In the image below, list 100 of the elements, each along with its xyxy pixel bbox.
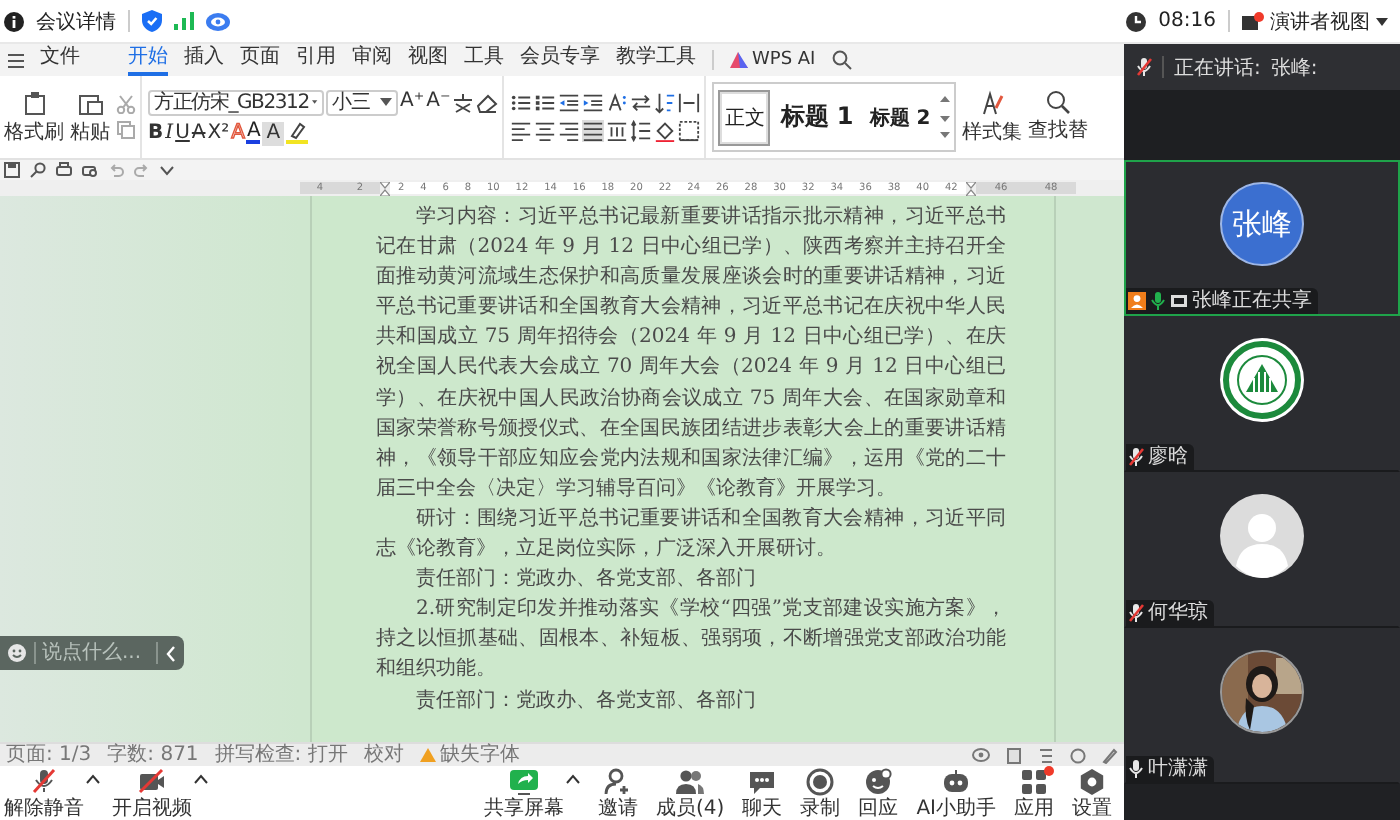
align-left-icon [510, 120, 533, 142]
style-set-button[interactable]: 样式集 [962, 76, 1023, 158]
ribbon-tab[interactable]: 教学工具 [616, 45, 696, 75]
participant-tile[interactable]: 叶潇潇 [1124, 628, 1400, 784]
paragraph-button[interactable] [678, 92, 701, 114]
eraser-icon[interactable] [476, 91, 499, 113]
caret-icon[interactable] [1376, 17, 1388, 25]
paragraph-button[interactable] [606, 120, 629, 142]
line-spacing-icon [630, 120, 653, 142]
style-option[interactable]: 标题 2 [863, 89, 937, 145]
ribbon-tab[interactable]: 视图 [408, 45, 448, 75]
toolbar-button[interactable]: 共享屏幕 [484, 767, 565, 819]
text-format-button[interactable]: A [262, 121, 285, 145]
toolbar-button[interactable]: 成员(4) [656, 767, 725, 819]
text-format-button[interactable]: U [175, 121, 190, 145]
file-menu[interactable]: 文件 [40, 45, 80, 75]
save-icon[interactable] [4, 162, 20, 178]
search-icon[interactable] [831, 50, 852, 70]
status-text[interactable]: 缺失字体 [439, 744, 520, 766]
ribbon-tab[interactable]: 审阅 [352, 45, 392, 75]
paragraph: 责任部门：党政办、各党支部、各部门 [414, 687, 758, 715]
pen-icon[interactable] [1102, 747, 1118, 763]
paragraph-button[interactable] [510, 120, 533, 142]
pinyin-guide-icon[interactable] [452, 91, 475, 113]
person-add-icon [604, 767, 633, 795]
ribbon-tab[interactable]: 引用 [296, 45, 336, 75]
text-format-button[interactable]: A [191, 121, 206, 145]
shield-icon[interactable] [142, 10, 162, 32]
toolbar-button[interactable]: 回应 [858, 767, 899, 819]
paragraph-button[interactable] [510, 92, 533, 114]
paste-button[interactable]: 粘贴 [70, 89, 110, 145]
format-painter-button[interactable]: 格式刷 [4, 89, 64, 145]
paragraph-button[interactable] [534, 120, 557, 142]
print-icon[interactable] [56, 162, 72, 178]
toolbar-button[interactable]: 设置 [1072, 767, 1112, 819]
ribbon-tab[interactable]: 插入 [184, 45, 224, 75]
web-view-icon[interactable] [1070, 747, 1086, 763]
signal-icon[interactable] [174, 12, 194, 30]
highlighter-icon[interactable] [286, 122, 309, 144]
paragraph-button[interactable] [678, 120, 701, 142]
find-replace-button[interactable]: 查找替 [1028, 76, 1089, 158]
paragraph-button[interactable] [606, 92, 629, 114]
chat-input-field[interactable]: 说点什么... [0, 636, 184, 670]
participant-tile[interactable]: 张峰 张峰正在共享 [1124, 160, 1400, 316]
outline-view-icon[interactable] [1038, 747, 1054, 763]
print-preview-icon[interactable] [82, 162, 98, 178]
paragraph-button[interactable] [558, 92, 581, 114]
paragraph-button[interactable] [654, 120, 677, 142]
presenter-view-button[interactable]: 演讲者视图 [1242, 7, 1388, 35]
status-text[interactable]: 拼写检查: 打开 [214, 744, 348, 766]
ribbon-tab[interactable]: 工具 [464, 45, 504, 75]
style-option[interactable]: 正文 [718, 89, 771, 145]
paragraph-button[interactable] [558, 120, 581, 142]
toolbar-button[interactable]: 开启视频 [112, 767, 192, 819]
participant-name: 张峰正在共享 [1192, 290, 1312, 312]
warning-icon [419, 748, 436, 762]
paragraph-button[interactable] [582, 92, 605, 114]
paragraph-button[interactable] [534, 92, 557, 114]
caret-icon[interactable] [380, 98, 392, 106]
meeting-title[interactable]: 会议详情 [36, 7, 116, 35]
speaker-name: 张峰: [1270, 55, 1318, 81]
paint-bucket-icon [654, 120, 677, 142]
justify-button[interactable] [582, 120, 605, 142]
toolbar-button[interactable]: 解除静音 [4, 767, 84, 819]
chevron-down-icon[interactable] [160, 165, 174, 175]
toolbar-button[interactable]: 聊天 [742, 767, 783, 819]
paragraph-button[interactable] [630, 92, 653, 114]
toolbar-button[interactable]: 录制 [800, 767, 841, 819]
paragraph: 学习内容：习近平总书记最新重要讲话指示批示精神，习近平总书记在甘肃（2024 年 9 月 12 日中心组已学）、陕西考察并主持召开全面推动黄河流域生态保护和高质量发展座谈会时的重要讲话精神，习近平总书记重要讲话和全国教育大会精神，习近平总书记在庆祝中华人民共和国成立 75 周年招待会（2024 年 9 月 12 日中心组已学）、在庆祝全国人民代表大会成立 70 周年大会（2024 年 9 月 12 日中心组已学）、在庆祝中国人民政治协商会议成立 75 周年大会、在国家勋章和国家荣誉称号颁授仪式、在全国民族团结进步表彰大会上的重要讲话精神，《领导干部应知应会党内法规和国家法律汇编》，运用《党的二十届三中全会〈决定〉学习辅导百问》《论教育》开展学习。 [376, 203, 1006, 504]
scroll-arrows-icon[interactable] [940, 93, 951, 141]
paragraph-button[interactable] [630, 120, 653, 142]
font-size-button[interactable]: A⁻ [426, 90, 451, 114]
emoji-icon[interactable] [8, 644, 26, 662]
participant-tile[interactable]: 廖晗 [1124, 316, 1400, 472]
font-size-dropdown[interactable]: 小三 [326, 89, 398, 115]
bulleted-list-icon [510, 92, 533, 114]
text-format-button[interactable]: B [148, 121, 164, 145]
wps-ai-button[interactable]: WPS AI [730, 50, 816, 70]
text-format-button[interactable]: X² [207, 121, 230, 145]
page-view-icon[interactable] [1006, 747, 1022, 763]
toolbar-button[interactable]: 应用 [1014, 767, 1054, 819]
eye-icon[interactable] [972, 748, 990, 762]
ribbon-tab[interactable]: 页面 [240, 45, 280, 75]
ribbon-tab[interactable]: 会员专享 [520, 45, 600, 75]
font-dropdown[interactable]: 方正仿宋_GB2312 [148, 89, 324, 115]
toolbar-button[interactable]: AI小助手 [916, 767, 996, 819]
participant-tile[interactable]: 何华琼 [1124, 472, 1400, 628]
chevron-up-icon[interactable] [86, 773, 100, 783]
collapse-icon[interactable] [166, 645, 176, 661]
toolbar-button[interactable]: 邀请 [598, 767, 639, 819]
chevron-up-icon[interactable] [194, 773, 208, 783]
increase-indent-icon [582, 92, 605, 114]
style-option[interactable]: 标题 1 [774, 89, 860, 145]
font-size-button[interactable]: A⁺ [400, 90, 425, 114]
chevron-up-icon[interactable] [566, 773, 581, 783]
caret-icon[interactable] [312, 98, 318, 106]
text-format-button[interactable]: I [165, 121, 174, 145]
info-icon[interactable] [4, 11, 24, 31]
menu-icon[interactable] [8, 53, 24, 67]
paragraph-button[interactable] [654, 92, 677, 114]
